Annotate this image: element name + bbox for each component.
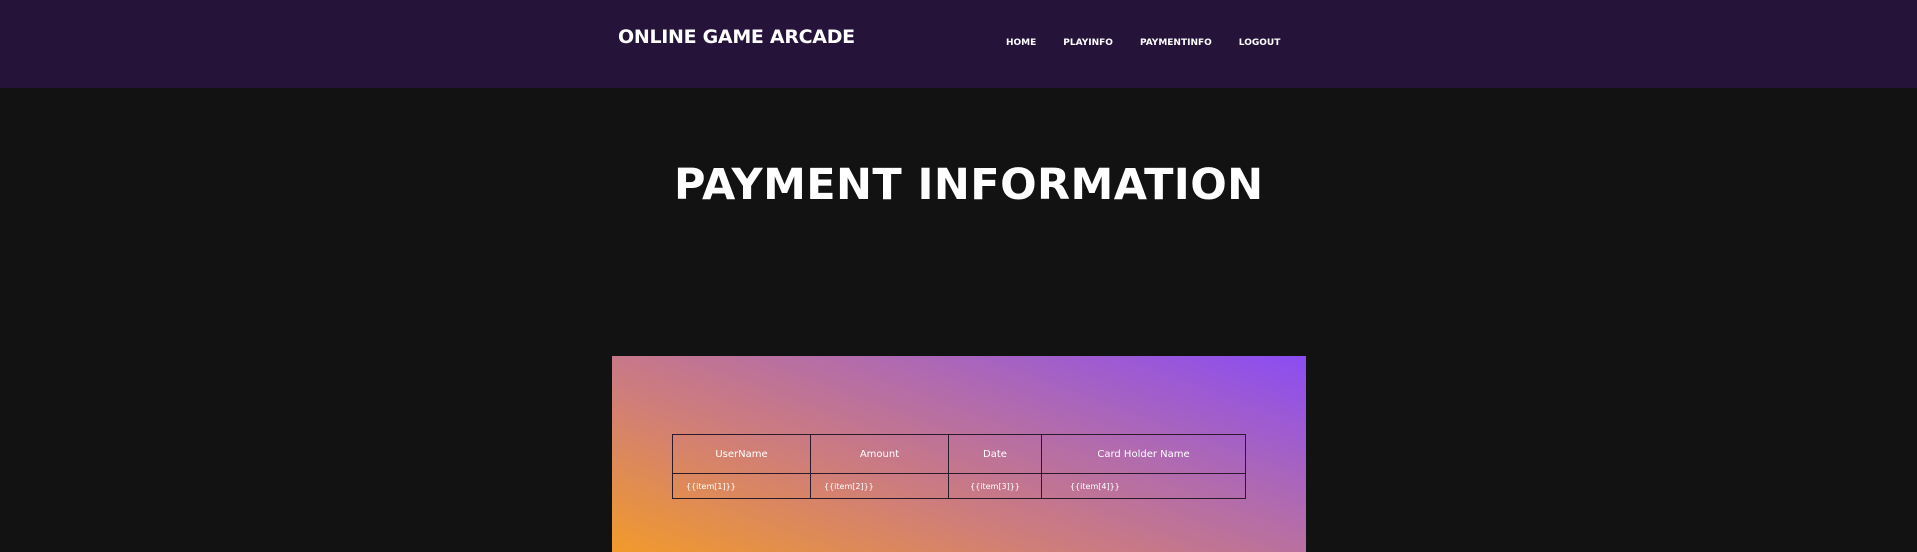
table-cell-amount: {{item[2]}} bbox=[810, 473, 949, 499]
table-cell-date: {{item[3]}} bbox=[948, 473, 1042, 499]
nav-paymentinfo-link[interactable]: PAYMENTINFO bbox=[1140, 38, 1212, 48]
table-cell-card-holder-name: {{item[4]}} bbox=[1041, 473, 1246, 499]
top-navbar: ONLINE GAME ARCADE HOME PLAYINFO PAYMENT… bbox=[0, 0, 1917, 88]
site-brand[interactable]: ONLINE GAME ARCADE bbox=[618, 26, 855, 48]
payment-table: UserName Amount Date Card Holder Name {{… bbox=[672, 434, 1246, 499]
column-header-card-holder-name: Card Holder Name bbox=[1041, 434, 1246, 474]
main-nav: HOME PLAYINFO PAYMENTINFO LOGOUT bbox=[1006, 36, 1280, 50]
nav-home-link[interactable]: HOME bbox=[1006, 38, 1036, 48]
nav-playinfo-link[interactable]: PLAYINFO bbox=[1063, 38, 1113, 48]
table-header-row: UserName Amount Date Card Holder Name bbox=[672, 434, 1246, 474]
payment-panel: UserName Amount Date Card Holder Name {{… bbox=[612, 356, 1306, 552]
column-header-date: Date bbox=[948, 434, 1042, 474]
table-row: {{item[1]}} {{item[2]}} {{item[3]}} {{it… bbox=[672, 473, 1246, 499]
nav-logout-link[interactable]: LOGOUT bbox=[1239, 38, 1281, 48]
column-header-amount: Amount bbox=[810, 434, 949, 474]
column-header-username: UserName bbox=[672, 434, 811, 474]
table-cell-username: {{item[1]}} bbox=[672, 473, 811, 499]
page-title: PAYMENT INFORMATION bbox=[674, 160, 1264, 210]
